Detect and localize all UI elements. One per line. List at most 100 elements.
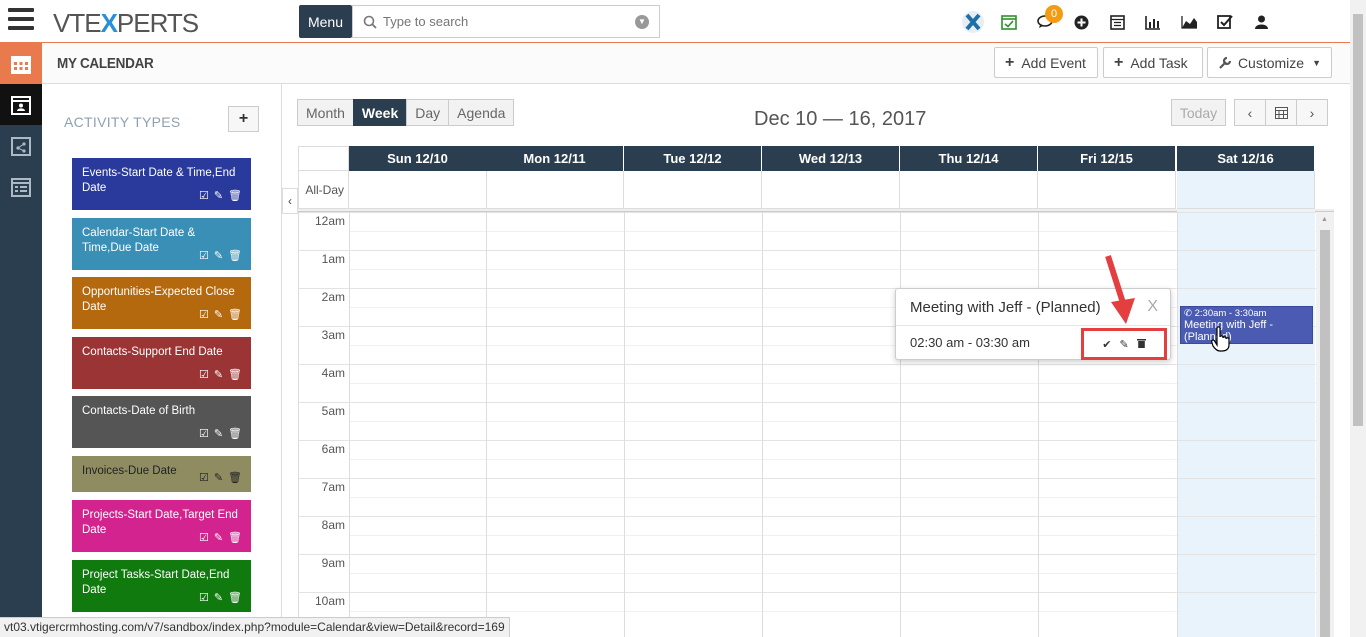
- day-header[interactable]: Mon 12/11: [486, 146, 624, 171]
- scroll-up-icon[interactable]: ▲: [1321, 216, 1328, 223]
- all-day-cell[interactable]: [900, 171, 1038, 209]
- tasks-check-icon[interactable]: [1207, 10, 1243, 34]
- next-week-button[interactable]: ›: [1296, 99, 1328, 126]
- delete-trash-icon[interactable]: 🗑: [228, 591, 242, 604]
- all-day-cell[interactable]: [349, 171, 487, 209]
- visibility-checkbox-icon[interactable]: ☑: [199, 249, 209, 262]
- time-gutter-header: [298, 146, 349, 171]
- visibility-checkbox-icon[interactable]: ☑: [199, 591, 209, 604]
- vtexperts-x-icon[interactable]: [955, 10, 991, 34]
- customize-button[interactable]: Customize ▼: [1207, 47, 1332, 78]
- page-title: MY CALENDAR: [57, 55, 154, 72]
- hour-line: [298, 250, 1316, 251]
- nav-shared-calendar[interactable]: [0, 125, 42, 166]
- time-label: 8am: [321, 518, 345, 532]
- visibility-checkbox-icon[interactable]: ☑: [199, 189, 209, 202]
- popover-actions-highlight: ✔ ✎: [1081, 328, 1167, 360]
- day-header[interactable]: Sun 12/10: [349, 146, 487, 171]
- visibility-checkbox-icon[interactable]: ☑: [199, 427, 209, 440]
- edit-pencil-icon[interactable]: ✎: [214, 471, 223, 484]
- menu-button[interactable]: Menu: [299, 5, 352, 38]
- day-header[interactable]: Thu 12/14: [900, 146, 1038, 171]
- add-activity-type-button[interactable]: +: [228, 106, 259, 132]
- search-input[interactable]: [383, 14, 633, 29]
- half-hour-line: [349, 535, 1316, 536]
- edit-pencil-icon[interactable]: ✎: [214, 531, 223, 544]
- view-agenda-button[interactable]: Agenda: [448, 99, 515, 126]
- activity-type-item[interactable]: Calendar-Start Date & Time,Due Date ☑ ✎ 🗑: [72, 218, 251, 270]
- activity-type-item[interactable]: Contacts-Support End Date ☑ ✎ 🗑: [72, 337, 251, 389]
- edit-pencil-icon[interactable]: ✎: [214, 368, 223, 381]
- delete-trash-icon[interactable]: 🗑: [228, 531, 242, 544]
- edit-pencil-icon[interactable]: ✎: [214, 427, 223, 440]
- edit-pencil-icon[interactable]: ✎: [214, 308, 223, 321]
- all-day-cell[interactable]: [762, 171, 900, 209]
- half-hour-line: [349, 497, 1316, 498]
- delete-trash-icon[interactable]: 🗑: [228, 308, 242, 321]
- all-day-cell[interactable]: [486, 171, 624, 209]
- page-scrollbar-thumb[interactable]: [1353, 14, 1363, 426]
- delete-trash-icon[interactable]: 🗑: [228, 249, 242, 262]
- annotation-arrow-icon: [1105, 255, 1135, 324]
- collapse-sidebar-button[interactable]: ‹: [282, 188, 298, 214]
- delete-trash-icon[interactable]: 🗑: [228, 471, 242, 484]
- activity-type-item[interactable]: Project Tasks-Start Date,End Date ☑ ✎ 🗑: [72, 560, 251, 612]
- mark-complete-icon[interactable]: ✔: [1102, 338, 1111, 351]
- global-search[interactable]: ▼: [352, 5, 660, 38]
- hamburger-menu-icon[interactable]: [8, 8, 34, 32]
- visibility-checkbox-icon[interactable]: ☑: [199, 368, 209, 381]
- activity-type-label: Contacts-Date of Birth: [82, 405, 196, 417]
- day-header[interactable]: Wed 12/13: [762, 146, 900, 171]
- prev-week-button[interactable]: ‹: [1234, 99, 1266, 126]
- today-button[interactable]: Today: [1171, 99, 1226, 126]
- all-day-cell[interactable]: [624, 171, 762, 209]
- activity-type-item[interactable]: Opportunities-Expected Close Date ☑ ✎ 🗑: [72, 277, 251, 329]
- day-column-line: [762, 212, 763, 637]
- search-dropdown-icon[interactable]: ▼: [635, 15, 649, 29]
- edit-pencil-icon[interactable]: ✎: [214, 591, 223, 604]
- popover-close-button[interactable]: X: [1147, 298, 1158, 316]
- edit-pencil-icon[interactable]: ✎: [214, 249, 223, 262]
- edit-pencil-icon[interactable]: ✎: [214, 189, 223, 202]
- visibility-checkbox-icon[interactable]: ☑: [199, 308, 209, 321]
- activity-type-item[interactable]: Contacts-Date of Birth ☑ ✎ 🗑: [72, 396, 251, 448]
- nav-my-calendar[interactable]: [0, 84, 42, 125]
- nav-calendar-list[interactable]: [0, 166, 42, 207]
- quick-create-icon[interactable]: [1063, 10, 1099, 34]
- grid-scrollbar[interactable]: ▲: [1316, 212, 1334, 637]
- date-picker-button[interactable]: [1265, 99, 1297, 126]
- delete-trash-icon[interactable]: 🗑: [228, 427, 242, 440]
- delete-trash-icon[interactable]: [1136, 338, 1146, 351]
- activity-type-item[interactable]: Invoices-Due Date ☑ ✎ 🗑: [72, 456, 251, 492]
- activity-type-item[interactable]: Events-Start Date & Time,End Date ☑ ✎ 🗑: [72, 158, 251, 210]
- vtexperts-logo[interactable]: VTEXPERTS: [53, 8, 199, 39]
- all-day-cell[interactable]: [1038, 171, 1176, 209]
- view-week-button[interactable]: Week: [352, 99, 408, 126]
- day-header[interactable]: Sat 12/16: [1177, 146, 1315, 171]
- delete-trash-icon[interactable]: 🗑: [228, 189, 242, 202]
- add-event-button[interactable]: + Add Event: [994, 47, 1098, 78]
- day-header[interactable]: Fri 12/15: [1038, 146, 1176, 171]
- notifications-icon[interactable]: 0: [1027, 5, 1063, 34]
- area-chart-icon[interactable]: [1171, 10, 1207, 34]
- calendar-event-meeting[interactable]: ✆ 2:30am - 3:30am Meeting with Jeff - (P…: [1180, 306, 1313, 344]
- nav-calendar-app[interactable]: [0, 43, 42, 84]
- grid-scrollbar-thumb[interactable]: [1320, 230, 1330, 637]
- calendar-check-icon[interactable]: [991, 10, 1027, 34]
- delete-trash-icon[interactable]: 🗑: [228, 368, 242, 381]
- view-day-button[interactable]: Day: [406, 99, 450, 126]
- visibility-checkbox-icon[interactable]: ☑: [199, 531, 209, 544]
- calendar-icon[interactable]: [1099, 10, 1135, 34]
- hour-line: [298, 554, 1316, 555]
- reports-icon[interactable]: [1135, 10, 1171, 34]
- day-header[interactable]: Tue 12/12: [624, 146, 762, 171]
- user-profile-icon[interactable]: [1243, 10, 1279, 34]
- visibility-checkbox-icon[interactable]: ☑: [199, 471, 209, 484]
- all-day-cell[interactable]: [1177, 171, 1315, 209]
- activity-type-item[interactable]: Projects-Start Date,Target End Date ☑ ✎ 🗑: [72, 500, 251, 552]
- half-hour-line: [349, 383, 1316, 384]
- page-scrollbar[interactable]: [1350, 0, 1366, 637]
- add-task-button[interactable]: + Add Task: [1103, 47, 1203, 78]
- edit-pencil-icon[interactable]: ✎: [1120, 338, 1129, 351]
- view-month-button[interactable]: Month: [297, 99, 354, 126]
